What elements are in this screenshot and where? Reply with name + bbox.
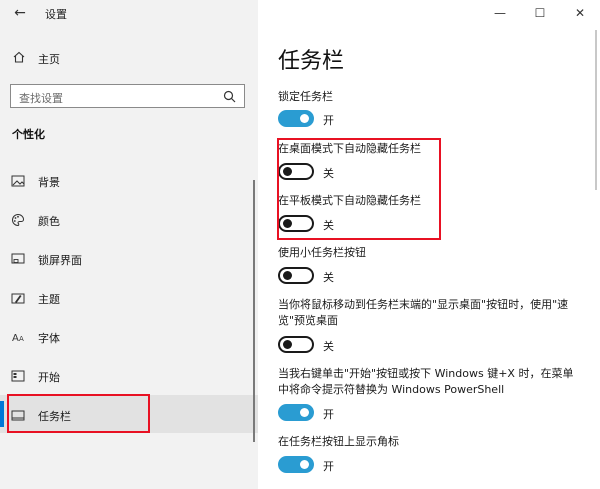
small-buttons-state: 关: [323, 271, 334, 284]
back-arrow-icon: ←: [14, 5, 26, 21]
selection-accent: [0, 401, 4, 427]
powershell-state: 开: [323, 408, 334, 421]
lockscreen-icon: [11, 253, 25, 264]
autohide-desktop-state: 关: [323, 167, 334, 180]
setting-autohide-desktop-label: 在桌面模式下自动隐藏任务栏: [278, 142, 421, 155]
sidebar-item-taskbar[interactable]: 任务栏: [0, 395, 258, 433]
autohide-tablet-state: 关: [323, 219, 334, 232]
home-label: 主页: [38, 53, 60, 66]
setting-peek-label-line1: 当你将鼠标移动到任务栏末端的"显示桌面"按钮时，使用"速: [278, 298, 569, 311]
sidebar-scrollbar[interactable]: [253, 180, 255, 442]
font-icon: A A: [12, 333, 24, 344]
sidebar-item-colors[interactable]: 颜色: [0, 200, 258, 238]
page-title: 任务栏: [278, 49, 345, 74]
back-button[interactable]: ←: [10, 4, 30, 22]
section-title: 个性化: [12, 128, 45, 141]
theme-brush-icon: [11, 293, 25, 304]
setting-badges-label: 在任务栏按钮上显示角标: [278, 435, 399, 448]
toggle-knob: [300, 408, 309, 417]
picture-icon: [11, 175, 25, 187]
sidebar-item-label: 任务栏: [38, 410, 71, 423]
setting-powershell-label-line1: 当我右键单击"开始"按钮或按下 Windows 键+X 时，在菜单: [278, 367, 574, 380]
svg-text:A: A: [19, 335, 24, 343]
setting-lock-taskbar-label: 锁定任务栏: [278, 90, 333, 103]
badges-state: 开: [323, 460, 334, 473]
sidebar: ← 设置 主页 查找设置 个性化 背景 颜色 锁屏界面 主题 A A 字体 开始…: [0, 0, 258, 489]
toggle-knob: [283, 271, 292, 280]
small-buttons-toggle[interactable]: [278, 267, 314, 284]
toggle-knob: [283, 219, 292, 228]
maximize-button[interactable]: ☐: [520, 0, 560, 26]
toggle-knob: [300, 460, 309, 469]
minimize-button[interactable]: —: [480, 0, 520, 26]
powershell-toggle[interactable]: [278, 404, 314, 421]
autohide-tablet-toggle[interactable]: [278, 215, 314, 232]
sidebar-item-background[interactable]: 背景: [0, 161, 258, 199]
search-placeholder: 查找设置: [19, 92, 63, 105]
sidebar-item-lockscreen[interactable]: 锁屏界面: [0, 239, 258, 277]
badges-toggle[interactable]: [278, 456, 314, 473]
toggle-knob: [300, 114, 309, 123]
sidebar-item-label: 颜色: [38, 215, 60, 228]
svg-text:A: A: [12, 333, 19, 344]
setting-peek-label-line2: 览"预览桌面: [278, 314, 339, 327]
sidebar-item-start[interactable]: 开始: [0, 356, 258, 394]
taskbar-icon: [11, 410, 25, 421]
window-title: 设置: [45, 8, 67, 21]
lock-taskbar-toggle[interactable]: [278, 110, 314, 127]
peek-state: 关: [323, 340, 334, 353]
setting-powershell-label-line2: 中将命令提示符替换为 Windows PowerShell: [278, 383, 505, 396]
titlebar-left: ← 设置: [0, 0, 258, 26]
search-input[interactable]: 查找设置: [10, 84, 245, 108]
sidebar-item-label: 主题: [38, 293, 60, 306]
peek-toggle[interactable]: [278, 336, 314, 353]
start-icon: [11, 370, 25, 382]
setting-autohide-tablet-label: 在平板模式下自动隐藏任务栏: [278, 194, 421, 207]
sidebar-item-fonts[interactable]: A A 字体: [0, 317, 258, 355]
main-pane: — ☐ ✕ 任务栏 锁定任务栏 开 在桌面模式下自动隐藏任务栏 关 在平板模式下…: [258, 0, 600, 489]
sidebar-item-label: 背景: [38, 176, 60, 189]
main-scrollbar[interactable]: [595, 30, 597, 190]
home-nav-item[interactable]: 主页: [0, 47, 258, 69]
sidebar-item-label: 字体: [38, 332, 60, 345]
close-button[interactable]: ✕: [560, 0, 600, 26]
toggle-knob: [283, 167, 292, 176]
sidebar-item-label: 锁屏界面: [38, 254, 82, 267]
toggle-knob: [283, 340, 292, 349]
autohide-desktop-toggle[interactable]: [278, 163, 314, 180]
sidebar-item-label: 开始: [38, 371, 60, 384]
window-controls: — ☐ ✕: [480, 0, 600, 26]
sidebar-item-themes[interactable]: 主题: [0, 278, 258, 316]
home-icon: [13, 51, 25, 63]
palette-icon: [12, 213, 25, 227]
search-icon: [223, 90, 236, 103]
setting-small-buttons-label: 使用小任务栏按钮: [278, 246, 366, 259]
lock-taskbar-state: 开: [323, 114, 334, 127]
